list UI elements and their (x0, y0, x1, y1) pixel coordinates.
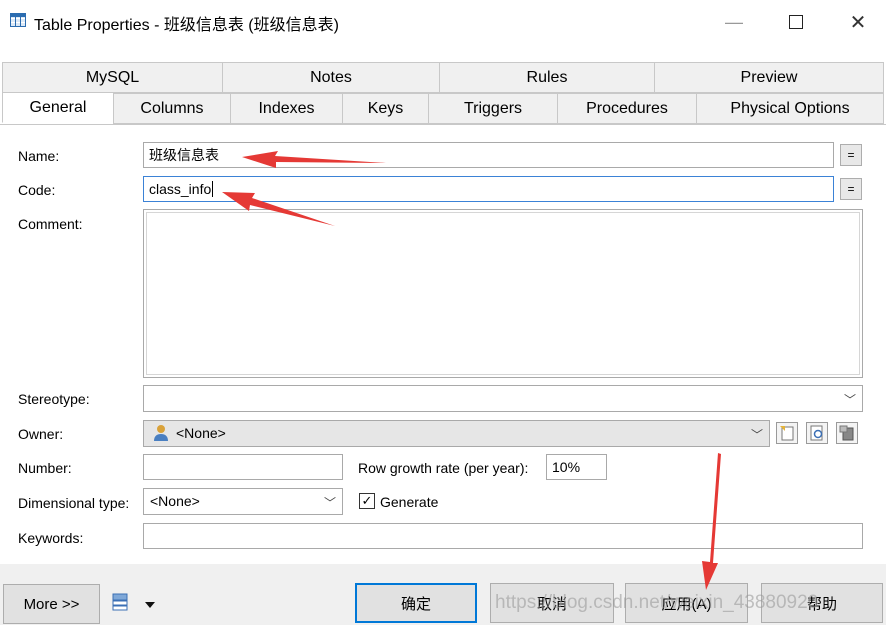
keywords-field[interactable] (143, 523, 863, 549)
number-label: Number: (18, 460, 72, 476)
maximize-icon (789, 15, 803, 29)
owner-select[interactable]: <None> ﹀ (143, 420, 770, 447)
comment-label: Comment: (18, 216, 83, 232)
new-owner-icon[interactable] (776, 422, 798, 444)
properties-icon[interactable] (806, 422, 828, 444)
tab-indexes[interactable]: Indexes (230, 93, 343, 124)
tab-mysql[interactable]: MySQL (2, 62, 223, 93)
user-icon (151, 424, 169, 442)
owner-label: Owner: (18, 426, 64, 442)
tab-notes[interactable]: Notes (222, 62, 440, 93)
print-menu-button[interactable] (112, 592, 156, 616)
chevron-down-icon: ﹀ (323, 496, 336, 510)
owner-value: <None> (176, 425, 226, 441)
name-value: 班级信息表 (149, 148, 219, 164)
stereotype-select[interactable]: ﹀ (143, 385, 863, 412)
delete-owner-icon[interactable] (836, 422, 858, 444)
tab-procedures[interactable]: Procedures (557, 93, 697, 124)
tab-preview[interactable]: Preview (654, 62, 884, 93)
tab-rules[interactable]: Rules (439, 62, 655, 93)
window-title: Table Properties - 班级信息表 (班级信息表) (34, 17, 339, 34)
close-button[interactable]: ✕ (838, 8, 878, 36)
keywords-label: Keywords: (18, 530, 84, 546)
tab-keys[interactable]: Keys (342, 93, 429, 124)
stereotype-label: Stereotype: (18, 391, 90, 407)
chevron-down-icon: ﹀ (750, 428, 763, 442)
dimensional-type-label: Dimensional type: (18, 495, 130, 511)
table-icon (10, 13, 26, 27)
number-field[interactable] (143, 454, 343, 480)
maximize-button[interactable] (776, 8, 816, 36)
generate-checkbox[interactable]: ✓ (359, 493, 375, 509)
name-label: Name: (18, 148, 60, 164)
tab-columns[interactable]: Columns (113, 93, 231, 124)
tab-triggers[interactable]: Triggers (428, 93, 558, 124)
code-link-button[interactable]: = (840, 178, 862, 200)
comment-textarea[interactable] (143, 209, 863, 378)
chevron-down-icon: ﹀ (843, 393, 856, 407)
row-growth-field[interactable]: 10% (546, 454, 607, 480)
watermark: https://blog.csdn.net/weixin_43880920 (495, 592, 819, 613)
title-bar: Table Properties - 班级信息表 (班级信息表) — ✕ (0, 0, 886, 44)
tab-general[interactable]: General (2, 92, 114, 123)
code-label: Code: (18, 182, 56, 198)
tab-strip: MySQL Notes Rules Preview General Column… (0, 62, 886, 124)
tab-physical-options[interactable]: Physical Options (696, 93, 884, 124)
more-button[interactable]: More >> (3, 584, 100, 624)
code-field[interactable]: class_info (143, 176, 834, 202)
text-cursor (212, 181, 214, 197)
ok-button[interactable]: 确定 (355, 583, 477, 623)
generate-label: Generate (380, 494, 439, 510)
name-code-link-button[interactable]: = (840, 144, 862, 166)
code-value: class_info (149, 181, 212, 197)
name-field[interactable]: 班级信息表 (143, 142, 834, 168)
dimensional-type-select[interactable]: <None> ﹀ (143, 488, 343, 515)
row-growth-label: Row growth rate (per year): (358, 460, 529, 476)
minimize-button[interactable]: — (714, 8, 754, 36)
